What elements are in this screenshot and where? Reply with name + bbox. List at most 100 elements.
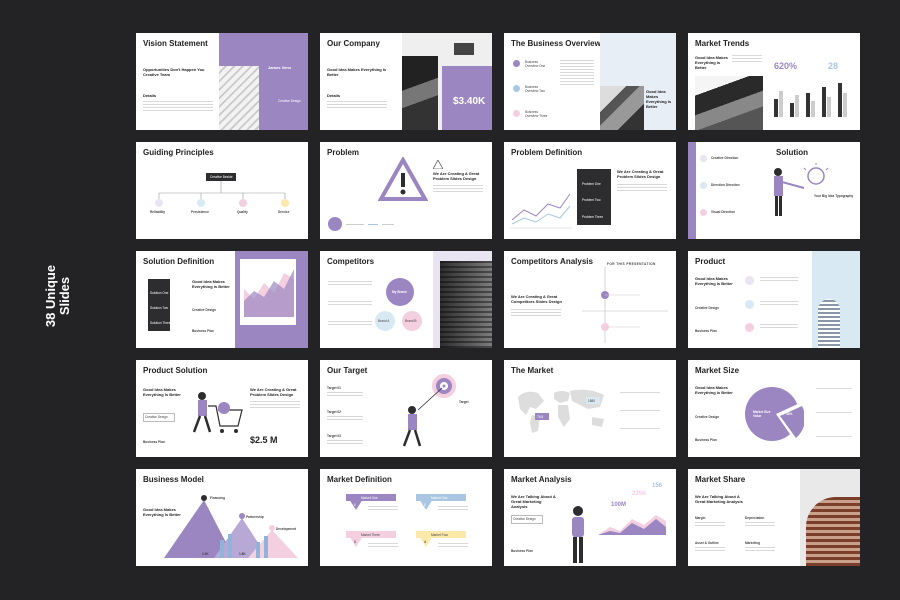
step-num-2: 2 [424, 503, 426, 507]
slide-subtitle: We Are Creating A Great Problem Slides D… [433, 171, 480, 181]
warning-illustration [378, 157, 428, 201]
slide-market-analysis[interactable]: Market Analysis We Are Talking About A G… [504, 469, 676, 566]
slide-subtitle: Opportunities Don't Happen You Creative … [143, 67, 205, 77]
principles-box-label: Creative Beside [210, 175, 233, 179]
slide-the-market[interactable]: The Market 76.8 1880 [504, 360, 676, 457]
slide-business-overview[interactable]: The Business Overview Business Overview … [504, 33, 676, 130]
solution-item-1: Creative Direction [711, 156, 739, 160]
slide-title: Guiding Principles [143, 148, 214, 157]
text-lines [433, 185, 483, 194]
solution-item-2: Direction Direction [711, 183, 740, 187]
slide-subtitle: We Are Creating & Great Problem Slides D… [617, 169, 664, 179]
slide-title: Market Trends [695, 39, 750, 48]
slide-title: Our Target [327, 366, 368, 375]
slide-market-share[interactable]: Market Share We Are Talking About A Grea… [688, 469, 860, 566]
slide-title: Product [695, 257, 726, 266]
slide-footer: Business Plan [511, 549, 533, 553]
principle-icon [155, 199, 163, 207]
slide-subtitle: Good Idea Makes Everything Is Better [192, 279, 230, 289]
slide-title: Solution [776, 148, 808, 157]
principle-4: Service [278, 210, 290, 214]
tower-photo [818, 299, 840, 348]
text-lines [328, 281, 372, 287]
world-map [518, 389, 604, 433]
slide-solution-definition[interactable]: Solution Definition Solution One Solutio… [136, 251, 308, 348]
text-lines [250, 401, 300, 410]
share-item-2: Depreciation [745, 516, 765, 520]
slide-solution[interactable]: Solution Creative Direction Direction Di… [688, 142, 860, 239]
analysis-value-1: 100M [611, 502, 627, 508]
text-lines [816, 436, 852, 439]
bullet-icon [700, 209, 707, 216]
step-label-3: Market Three [361, 533, 380, 537]
bullet-icon [513, 110, 520, 117]
slide-business-model[interactable]: Business Model Good Idea Makes Everythin… [136, 469, 308, 566]
product-label: Creative Design [145, 415, 168, 419]
slide-market-size[interactable]: Market Size Good Idea Makes Everything I… [688, 360, 860, 457]
overview-item-3: Business Overview Three [525, 110, 548, 118]
slide-subtitle: Good Idea Makes Everything Is Better [327, 67, 387, 77]
model-value-2: 1.8K [239, 552, 246, 556]
text-lines [816, 388, 852, 391]
bullet-icon [745, 300, 754, 309]
bubble-label-2: Brand A [378, 319, 390, 323]
problem-item-3: Problem Three [582, 215, 604, 219]
problem-line-chart [510, 193, 572, 229]
slide-competitors-analysis[interactable]: Competitors Analysis FOR THIS PRESENTATI… [504, 251, 676, 348]
slide-problem[interactable]: Problem We Are Creating A Great Problem … [320, 142, 492, 239]
solution-item-2: Solution Two [150, 306, 169, 310]
slide-guiding-principles[interactable]: Guiding Principles Creative Beside Relia… [136, 142, 308, 239]
text-lines [327, 101, 387, 110]
solution-note: Your Big Idea Typography [814, 194, 854, 198]
slide-our-company[interactable]: Our Company Good Idea Makes Everything I… [320, 33, 492, 130]
building-photo [219, 66, 259, 130]
step-label-1: Market One [361, 496, 378, 500]
problem-item-1: Problem One [582, 182, 601, 186]
slide-product-solution[interactable]: Product Solution Good Idea Makes Everyth… [136, 360, 308, 457]
text-lines [327, 416, 363, 422]
building-photo [440, 261, 492, 348]
slide-market-trends[interactable]: Market Trends Good Idea Makes Everything… [688, 33, 860, 130]
slide-our-target[interactable]: Our Target Target 01 Target 02 Target 03… [320, 360, 492, 457]
principle-3: Quality [237, 210, 248, 214]
slide-competitors[interactable]: Competitors My Brand Brand A Brand B [320, 251, 492, 348]
quadrant-chart [582, 267, 668, 343]
slide-title: The Market [511, 366, 554, 375]
peak-3: Development [276, 527, 297, 531]
slide-subtitle: Good Idea Makes Everything Is Better [695, 276, 733, 286]
target-3: Target 03 [327, 434, 341, 438]
slide-label: Details [143, 93, 157, 98]
slide-title: The Business Overview [511, 39, 601, 48]
size-label: Creative Design [695, 415, 720, 419]
slide-footer: Business Plan [695, 329, 717, 333]
text-lines [327, 440, 363, 446]
model-value-1: 3.3K [202, 552, 209, 556]
slide-product[interactable]: Product Good Idea Makes Everything Is Be… [688, 251, 860, 348]
slide-problem-definition[interactable]: Problem Definition Problem One Problem T… [504, 142, 676, 239]
text-lines [438, 543, 468, 549]
slide-vision-statement[interactable]: Vision Statement Opportunities Don't Hap… [136, 33, 308, 130]
text-lines [328, 301, 372, 307]
shopping-cart-illustration [192, 392, 243, 433]
step-num-4: 4 [424, 540, 426, 544]
bubble-label-3: Brand B [405, 319, 417, 323]
analysis-label: Creative Design [513, 517, 536, 521]
slide-subtitle: Good Idea Makes Everything Is Better [143, 387, 181, 397]
principle-icon [281, 199, 289, 207]
slide-title: Competitors [327, 257, 375, 266]
step-num-3: 3 [354, 540, 356, 544]
pie-percent: 40% [786, 412, 793, 416]
bullet-icon [700, 155, 707, 162]
bullet-icon [745, 276, 754, 285]
principle-1: Reliability [150, 210, 166, 214]
slide-market-definition[interactable]: Market Definition Market One 1 Market Tw… [320, 469, 492, 566]
text-lines [368, 543, 398, 549]
slide-footer: Business Plan [192, 329, 214, 333]
bubble-label-1: My Brand [392, 290, 407, 294]
bullet-icon [513, 85, 520, 92]
text-lines [560, 60, 594, 87]
principle-icon [239, 199, 247, 207]
problem-icon [328, 217, 342, 231]
slide-title: Problem Definition [511, 148, 583, 157]
trend-value-2: 28 [828, 61, 839, 71]
